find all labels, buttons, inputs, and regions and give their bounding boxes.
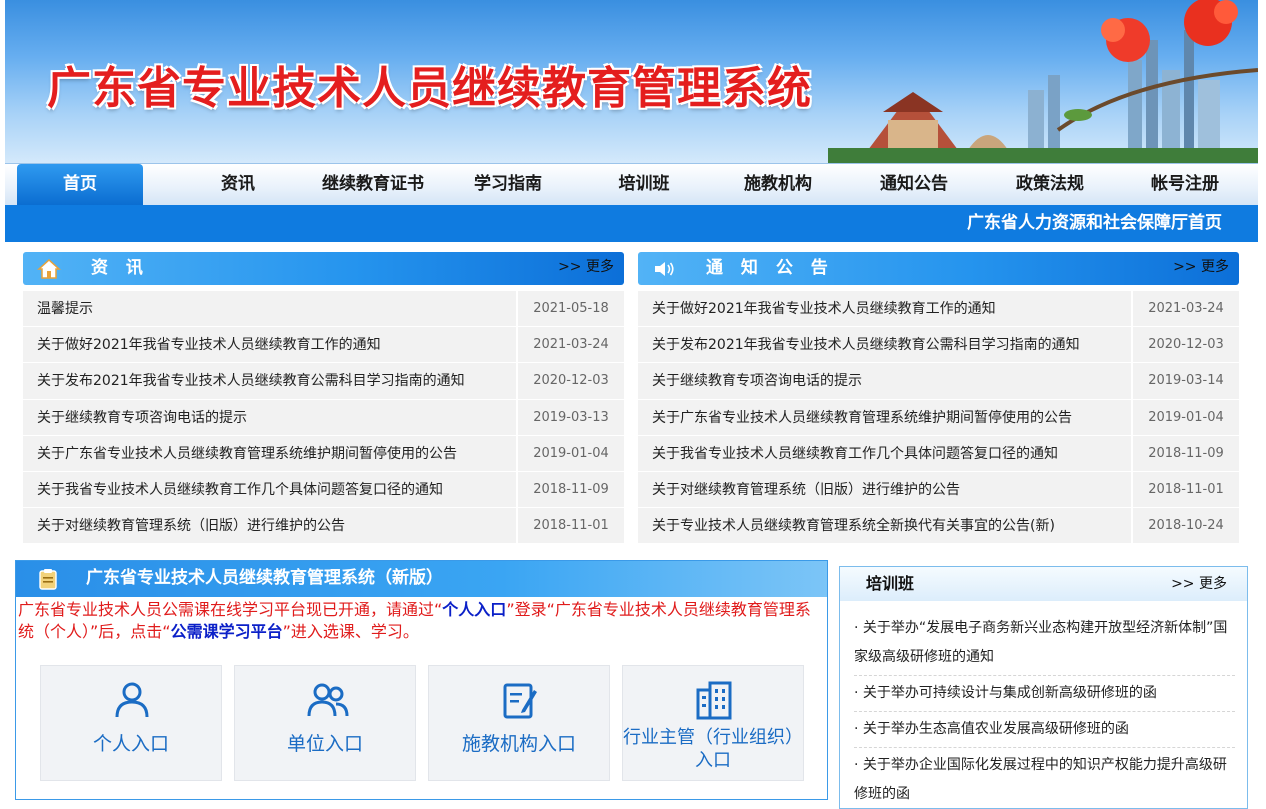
public-course-platform-link[interactable]: 公需课学习平台	[171, 622, 283, 641]
new-system-panel: 广东省专业技术人员继续教育管理系统（新版） 广东省专业技术人员公需课在线学习平台…	[15, 560, 828, 800]
article-date: 2019-01-04	[516, 435, 624, 472]
article-title-link[interactable]: 关于我省专业技术人员继续教育工作几个具体问题答复口径的通知	[23, 471, 516, 509]
hrss-home-link[interactable]: 广东省人力资源和社会保障厅首页	[967, 205, 1222, 241]
list-item[interactable]: 关于做好2021年我省专业技术人员继续教育工作的通知 2021-03-24	[638, 291, 1239, 328]
home-icon	[37, 258, 61, 279]
building-icon	[696, 681, 732, 720]
unit-entry-button[interactable]: 单位入口	[234, 665, 416, 781]
notice-text: ”进入选课、学习。	[282, 622, 419, 641]
article-date: 2018-11-01	[1131, 471, 1239, 509]
sub-bar: 广东省人力资源和社会保障厅首页	[5, 205, 1258, 242]
notice-header: 通 知 公 告 >> 更多	[638, 252, 1239, 285]
article-title-link[interactable]: 关于继续教育专项咨询电话的提示	[23, 399, 516, 436]
new-system-title: 广东省专业技术人员继续教育管理系统（新版）	[86, 568, 443, 588]
institution-entry-button[interactable]: 施教机构入口	[428, 665, 610, 781]
nav-training[interactable]: 培训班	[591, 164, 697, 206]
nav-study-guide[interactable]: 学习指南	[455, 164, 561, 206]
group-icon	[307, 683, 349, 717]
training-item-link[interactable]: · 关于举办可持续设计与集成创新高级研修班的函	[854, 676, 1235, 712]
news-panel: 资 讯 >> 更多 温馨提示 2021-05-18 关于做好2021年我省专业技术人…	[23, 252, 624, 545]
list-item[interactable]: 关于专业技术人员继续教育管理系统全新换代有关事宜的公告(新) 2018-10-24	[638, 508, 1239, 545]
article-title-link[interactable]: 关于做好2021年我省专业技术人员继续教育工作的通知	[23, 327, 516, 364]
personal-entry-button[interactable]: 个人入口	[40, 665, 222, 781]
training-header: 培训班 >> 更多	[840, 567, 1247, 601]
list-item[interactable]: 关于对继续教育管理系统（旧版）进行维护的公告 2018-11-01	[23, 508, 624, 545]
clipboard-icon	[39, 569, 57, 590]
industry-entry-button[interactable]: 行业主管（行业组织）入口	[622, 665, 804, 781]
nav-certificate[interactable]: 继续教育证书	[305, 164, 441, 206]
list-item[interactable]: 关于广东省专业技术人员继续教育管理系统维护期间暂停使用的公告 2019-01-04	[638, 399, 1239, 436]
article-title-link[interactable]: 关于发布2021年我省专业技术人员继续教育公需科目学习指南的通知	[23, 363, 516, 400]
nav-notices[interactable]: 通知公告	[861, 164, 967, 206]
industry-entry-label: 行业主管（行业组织）入口	[623, 727, 803, 771]
news-more-link[interactable]: >> 更多	[558, 252, 614, 283]
training-title: 培训班	[866, 574, 915, 593]
list-item[interactable]: 关于做好2021年我省专业技术人员继续教育工作的通知 2021-03-24	[23, 327, 624, 364]
article-date: 2020-12-03	[516, 363, 624, 400]
city-skyline-illustration	[828, 0, 1258, 163]
header-banner: 广东省专业技术人员继续教育管理系统	[5, 0, 1258, 163]
list-item[interactable]: 关于继续教育专项咨询电话的提示 2019-03-13	[23, 399, 624, 436]
list-item[interactable]: 关于发布2021年我省专业技术人员继续教育公需科目学习指南的通知 2020-12-…	[638, 327, 1239, 364]
notice-title: 通 知 公 告	[706, 258, 834, 278]
article-date: 2018-11-01	[516, 508, 624, 545]
nav-policies[interactable]: 政策法规	[997, 164, 1103, 206]
nav-home[interactable]: 首页	[17, 164, 143, 206]
notice-panel: 通 知 公 告 >> 更多 关于做好2021年我省专业技术人员继续教育工作的通知…	[638, 252, 1239, 545]
training-item-link[interactable]: · 关于举办企业国际化发展过程中的知识产权能力提升高级研修班的函	[854, 748, 1235, 808]
article-date: 2020-12-03	[1131, 327, 1239, 364]
article-title-link[interactable]: 温馨提示	[23, 291, 516, 328]
article-date: 2019-03-13	[516, 399, 624, 436]
news-title: 资 讯	[91, 258, 149, 278]
article-title-link[interactable]: 关于继续教育专项咨询电话的提示	[638, 363, 1131, 400]
training-list: · 关于举办“发展电子商务新兴业态构建开放型经济新体制”国家级高级研修班的通知 ·…	[840, 601, 1247, 808]
notice-list: 关于做好2021年我省专业技术人员继续教育工作的通知 2021-03-24 关于发布…	[638, 291, 1239, 545]
article-date: 2021-03-24	[516, 327, 624, 364]
article-date: 2021-03-24	[1131, 291, 1239, 328]
new-system-notice: 广东省专业技术人员公需课在线学习平台现已开通，请通过“个人入口”登录“广东省专业…	[16, 597, 827, 643]
nav-institutions[interactable]: 施教机构	[725, 164, 831, 206]
article-date: 2018-10-24	[1131, 508, 1239, 545]
list-item[interactable]: 温馨提示 2021-05-18	[23, 291, 624, 328]
personal-entry-label: 个人入口	[92, 733, 169, 755]
article-date: 2018-11-09	[1131, 435, 1239, 472]
article-date: 2019-03-14	[1131, 363, 1239, 400]
news-header: 资 讯 >> 更多	[23, 252, 624, 285]
list-item[interactable]: 关于发布2021年我省专业技术人员继续教育公需科目学习指南的通知 2020-12-…	[23, 363, 624, 400]
article-title-link[interactable]: 关于广东省专业技术人员继续教育管理系统维护期间暂停使用的公告	[23, 435, 516, 472]
list-item[interactable]: 关于我省专业技术人员继续教育工作几个具体问题答复口径的通知 2018-11-09	[23, 471, 624, 509]
list-item[interactable]: 关于广东省专业技术人员继续教育管理系统维护期间暂停使用的公告 2019-01-04	[23, 435, 624, 472]
training-item-link[interactable]: · 关于举办生态高值农业发展高级研修班的函	[854, 712, 1235, 748]
article-title-link[interactable]: 关于对继续教育管理系统（旧版）进行维护的公告	[638, 471, 1131, 509]
news-list: 温馨提示 2021-05-18 关于做好2021年我省专业技术人员继续教育工作的通知…	[23, 291, 624, 545]
training-panel: 培训班 >> 更多 · 关于举办“发展电子商务新兴业态构建开放型经济新体制”国家…	[839, 566, 1248, 809]
list-item[interactable]: 关于继续教育专项咨询电话的提示 2019-03-14	[638, 363, 1239, 400]
article-date: 2019-01-04	[1131, 399, 1239, 436]
speaker-icon	[655, 262, 674, 276]
article-date: 2021-05-18	[516, 291, 624, 328]
list-item[interactable]: 关于对继续教育管理系统（旧版）进行维护的公告 2018-11-01	[638, 471, 1239, 509]
edit-document-icon	[503, 683, 537, 719]
article-title-link[interactable]: 关于广东省专业技术人员继续教育管理系统维护期间暂停使用的公告	[638, 399, 1131, 436]
article-title-link[interactable]: 关于对继续教育管理系统（旧版）进行维护的公告	[23, 508, 516, 545]
site-title: 广东省专业技术人员继续教育管理系统	[47, 63, 812, 114]
training-item-link[interactable]: · 关于举办“发展电子商务新兴业态构建开放型经济新体制”国家级高级研修班的通知	[854, 611, 1235, 676]
training-more-link[interactable]: >> 更多	[1171, 567, 1227, 601]
personal-entry-link[interactable]: 个人入口	[442, 600, 506, 619]
list-item[interactable]: 关于我省专业技术人员继续教育工作几个具体问题答复口径的通知 2018-11-09	[638, 435, 1239, 472]
article-title-link[interactable]: 关于专业技术人员继续教育管理系统全新换代有关事宜的公告(新)	[638, 508, 1131, 545]
notice-text: 广东省专业技术人员公需课在线学习平台现已开通，请通过“	[18, 600, 443, 619]
article-date: 2018-11-09	[516, 471, 624, 509]
new-system-header: 广东省专业技术人员继续教育管理系统（新版）	[16, 561, 827, 597]
nav-news[interactable]: 资讯	[185, 164, 291, 206]
institution-entry-label: 施教机构入口	[461, 733, 576, 755]
person-icon	[115, 682, 149, 718]
article-title-link[interactable]: 关于我省专业技术人员继续教育工作几个具体问题答复口径的通知	[638, 435, 1131, 472]
notice-more-link[interactable]: >> 更多	[1173, 252, 1229, 283]
main-nav: 首页 资讯 继续教育证书 学习指南 培训班 施教机构 通知公告 政策法规 帐号注…	[5, 163, 1258, 206]
article-title-link[interactable]: 关于做好2021年我省专业技术人员继续教育工作的通知	[638, 291, 1131, 328]
article-title-link[interactable]: 关于发布2021年我省专业技术人员继续教育公需科目学习指南的通知	[638, 327, 1131, 364]
nav-register[interactable]: 帐号注册	[1132, 164, 1238, 206]
unit-entry-label: 单位入口	[286, 733, 363, 755]
